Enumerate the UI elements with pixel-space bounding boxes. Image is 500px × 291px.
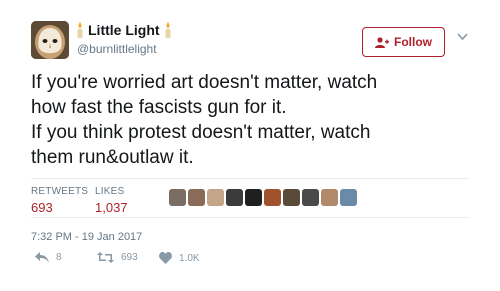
likes-label: LIKES (95, 186, 125, 197)
likers-avatars (169, 189, 357, 206)
tweet-timestamp[interactable]: 7:32 PM - 19 Jan 2017 (31, 231, 142, 243)
display-name-row[interactable]: Little Light (76, 22, 172, 38)
liker-avatar[interactable] (264, 189, 281, 206)
reply-count: 8 (56, 252, 62, 263)
liker-avatar[interactable] (245, 189, 262, 206)
chevron-down-icon[interactable] (457, 33, 468, 41)
liker-avatar[interactable] (169, 189, 186, 206)
like-button[interactable]: 1.0K (159, 252, 200, 264)
retweet-icon (97, 252, 114, 263)
reply-icon (35, 252, 49, 263)
liker-avatar[interactable] (283, 189, 300, 206)
liker-avatar[interactable] (207, 189, 224, 206)
add-user-icon (375, 36, 389, 48)
tweet-line: how fast the fascists gun for it. (31, 97, 287, 118)
heart-icon (159, 252, 172, 264)
liker-avatar[interactable] (302, 189, 319, 206)
liker-avatar[interactable] (226, 189, 243, 206)
likes-stat[interactable]: LIKES 1,037 (95, 186, 128, 215)
follow-button-label: Follow (394, 35, 432, 49)
retweets-stat[interactable]: RETWEETS 693 (31, 186, 88, 215)
retweets-label: RETWEETS (31, 186, 89, 197)
user-handle[interactable]: @burnlittlelight (77, 42, 157, 56)
liker-avatar[interactable] (188, 189, 205, 206)
follow-button[interactable]: Follow (362, 27, 445, 57)
divider (31, 178, 469, 179)
retweet-button[interactable]: 693 (97, 252, 138, 263)
retweet-count: 693 (121, 252, 138, 263)
reply-button[interactable]: 8 (35, 252, 62, 263)
tweet-line: If you think protest doesn't matter, wat… (31, 122, 371, 143)
candle-icon (77, 22, 83, 38)
display-name: Little Light (88, 22, 160, 38)
tweet-line: If you're worried art doesn't matter, wa… (31, 72, 378, 93)
retweets-value: 693 (31, 200, 53, 215)
liker-avatar[interactable] (321, 189, 338, 206)
owl-avatar-image (31, 21, 69, 59)
likes-value: 1,037 (95, 200, 128, 215)
divider (31, 217, 469, 218)
tweet-text: If you're worried art doesn't matter, wa… (31, 70, 471, 170)
like-count: 1.0K (179, 252, 200, 264)
liker-avatar[interactable] (340, 189, 357, 206)
avatar[interactable] (31, 21, 69, 59)
candle-icon (165, 22, 171, 38)
tweet-line: them run&outlaw it. (31, 147, 194, 168)
